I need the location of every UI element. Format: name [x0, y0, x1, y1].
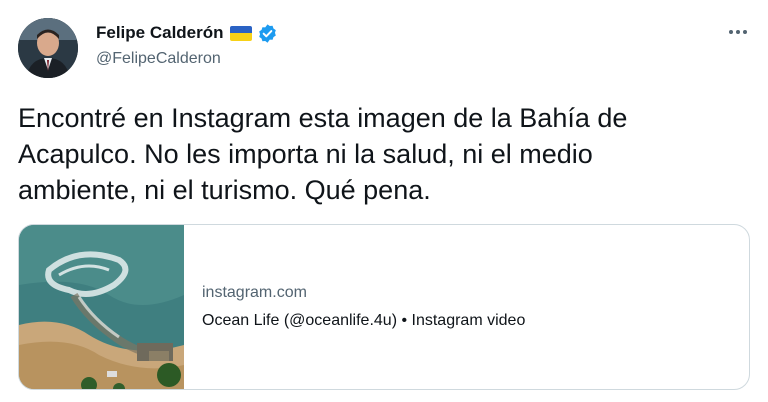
- author-name-row: Felipe Calderón: [96, 22, 278, 44]
- card-thumbnail[interactable]: [19, 225, 184, 389]
- author-display-name[interactable]: Felipe Calderón: [96, 23, 224, 43]
- avatar[interactable]: [18, 18, 78, 78]
- link-card[interactable]: instagram.com Ocean Life (@oceanlife.4u)…: [18, 224, 750, 390]
- card-body: instagram.com Ocean Life (@oceanlife.4u)…: [184, 225, 525, 389]
- ukraine-flag-icon: [229, 25, 252, 41]
- card-title: Ocean Life (@oceanlife.4u) • Instagram v…: [202, 312, 526, 329]
- author-handle[interactable]: @FelipeCalderon: [96, 50, 221, 68]
- tweet-text: Encontré en Instagram esta imagen de la …: [18, 103, 628, 205]
- card-domain: instagram.com: [202, 284, 307, 301]
- aerial-bay-image: [19, 225, 184, 389]
- avatar-image: [18, 18, 78, 78]
- more-horizontal-icon[interactable]: [726, 22, 750, 42]
- verified-badge-icon: [257, 23, 278, 44]
